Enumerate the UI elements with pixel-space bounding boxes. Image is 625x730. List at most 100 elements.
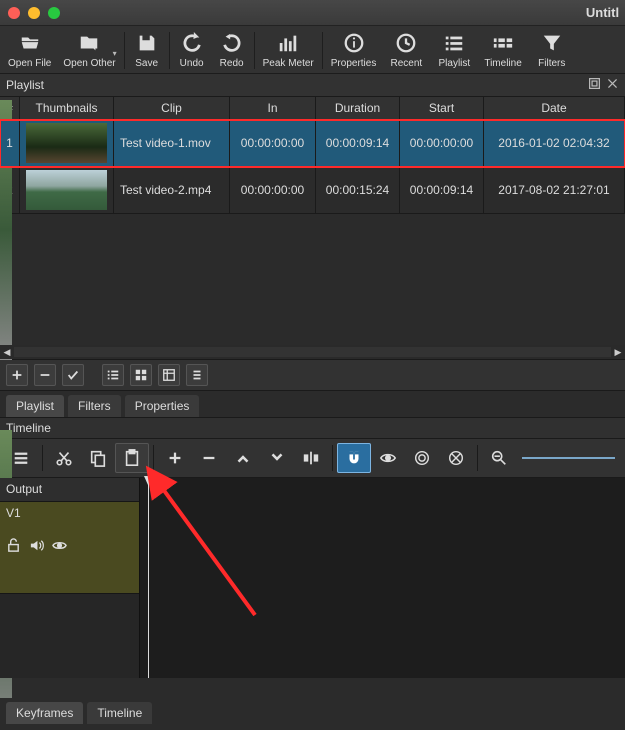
undo-icon xyxy=(181,32,203,54)
peak-meter-button[interactable]: Peak Meter xyxy=(257,30,320,71)
playlist-button[interactable]: Playlist xyxy=(430,30,478,71)
open-file-button[interactable]: Open File xyxy=(2,30,57,71)
panel-tabbar: Playlist Filters Properties xyxy=(0,391,625,418)
view-icons-button[interactable] xyxy=(158,364,180,386)
window-title: Untitl xyxy=(0,5,625,20)
tab-playlist[interactable]: Playlist xyxy=(6,395,64,417)
clip-name: Test video-1.mov xyxy=(114,120,230,166)
lift-button[interactable] xyxy=(226,443,260,473)
save-button[interactable]: Save xyxy=(127,30,167,71)
list-icon xyxy=(443,32,465,54)
clip-name: Test video-2.mp4 xyxy=(114,167,230,213)
col-header-clip[interactable]: Clip xyxy=(114,97,230,119)
clip-start: 00:00:00:00 xyxy=(400,120,484,166)
scissors-icon xyxy=(55,449,73,467)
redo-button[interactable]: Redo xyxy=(212,30,252,71)
scroll-right-icon[interactable]: ▶ xyxy=(611,345,625,359)
save-icon xyxy=(136,32,158,54)
remove-button[interactable] xyxy=(192,443,226,473)
chevron-down-icon xyxy=(268,449,286,467)
clipboard-icon xyxy=(123,449,141,467)
zoom-out-icon xyxy=(490,449,508,467)
clock-icon xyxy=(395,32,417,54)
video-track-header[interactable]: V1 xyxy=(0,502,139,594)
minus-icon xyxy=(200,449,218,467)
playlist-row[interactable]: 1 Test video-1.mov 00:00:00:00 00:00:09:… xyxy=(0,120,625,167)
playlist-row[interactable]: 2 Test video-2.mp4 00:00:00:00 00:00:15:… xyxy=(0,167,625,214)
col-header-duration[interactable]: Duration xyxy=(316,97,400,119)
timeline-button[interactable]: Timeline xyxy=(478,30,527,71)
close-panel-icon[interactable] xyxy=(606,77,619,90)
view-list-button[interactable] xyxy=(102,364,124,386)
window-titlebar: Untitl xyxy=(0,0,625,26)
output-track-header[interactable]: Output xyxy=(0,478,139,502)
playhead[interactable] xyxy=(148,478,149,678)
snap-button[interactable] xyxy=(337,443,371,473)
paste-button[interactable] xyxy=(115,443,149,473)
playlist-empty-area[interactable] xyxy=(0,214,625,344)
undock-icon[interactable] xyxy=(588,77,601,90)
split-button[interactable] xyxy=(294,443,328,473)
cut-button[interactable] xyxy=(47,443,81,473)
recent-button[interactable]: Recent xyxy=(382,30,430,71)
ripple-all-button[interactable] xyxy=(439,443,473,473)
lock-open-icon[interactable] xyxy=(6,538,21,553)
append-button[interactable] xyxy=(158,443,192,473)
clip-in: 00:00:00:00 xyxy=(230,167,316,213)
tab-properties[interactable]: Properties xyxy=(125,395,200,417)
tab-keyframes[interactable]: Keyframes xyxy=(6,702,83,724)
playlist-panel-header: Playlist xyxy=(0,74,625,97)
timeline-panel-header: Timeline xyxy=(0,418,625,439)
add-item-button[interactable] xyxy=(6,364,28,386)
scrub-audio-button[interactable] xyxy=(371,443,405,473)
clip-start: 00:00:09:14 xyxy=(400,167,484,213)
thumbnail xyxy=(26,170,107,210)
clip-duration: 00:00:09:14 xyxy=(316,120,400,166)
view-tiles-button[interactable] xyxy=(130,364,152,386)
split-icon xyxy=(302,449,320,467)
copy-icon xyxy=(89,449,107,467)
open-other-icon xyxy=(78,32,100,54)
properties-button[interactable]: Properties xyxy=(325,30,383,71)
col-header-thumbnails[interactable]: Thumbnails xyxy=(20,97,114,119)
ripple-all-icon xyxy=(447,449,465,467)
tab-filters[interactable]: Filters xyxy=(68,395,121,417)
overwrite-button[interactable] xyxy=(260,443,294,473)
folder-open-icon xyxy=(19,32,41,54)
zoom-window-button[interactable] xyxy=(48,7,60,19)
dropdown-arrow-icon: ▾ xyxy=(113,49,117,58)
main-toolbar: Open File Open Other ▾ Save Undo Redo Pe… xyxy=(0,26,625,74)
col-header-date[interactable]: Date xyxy=(484,97,625,119)
info-icon xyxy=(343,32,365,54)
close-window-button[interactable] xyxy=(8,7,20,19)
timeline-tracks-area[interactable] xyxy=(140,478,625,678)
eye-icon[interactable] xyxy=(52,538,67,553)
thumbnail xyxy=(26,123,107,163)
timeline-track-headers: Output V1 xyxy=(0,478,140,678)
playlist-menu-button[interactable] xyxy=(186,364,208,386)
timeline-body: Output V1 xyxy=(0,478,625,678)
tab-timeline-bottom[interactable]: Timeline xyxy=(87,702,152,724)
scroll-left-icon[interactable]: ◀ xyxy=(0,345,14,359)
copy-button[interactable] xyxy=(81,443,115,473)
filters-button[interactable]: Filters xyxy=(528,30,576,71)
redo-icon xyxy=(221,32,243,54)
track-label: V1 xyxy=(6,506,21,520)
minimize-window-button[interactable] xyxy=(28,7,40,19)
timeline-icon xyxy=(492,32,514,54)
zoom-slider[interactable] xyxy=(516,457,621,459)
clip-date: 2017-08-02 21:27:01 xyxy=(484,167,625,213)
undo-button[interactable]: Undo xyxy=(172,30,212,71)
target-icon xyxy=(413,449,431,467)
remove-item-button[interactable] xyxy=(34,364,56,386)
ripple-button[interactable] xyxy=(405,443,439,473)
col-header-start[interactable]: Start xyxy=(400,97,484,119)
open-other-button[interactable]: Open Other ▾ xyxy=(57,30,121,71)
zoom-out-button[interactable] xyxy=(482,443,516,473)
col-header-in[interactable]: In xyxy=(230,97,316,119)
horizontal-scrollbar[interactable]: ◀ ▶ xyxy=(0,345,625,359)
chevron-up-icon xyxy=(234,449,252,467)
update-item-button[interactable] xyxy=(62,364,84,386)
speaker-icon[interactable] xyxy=(29,538,44,553)
clip-in: 00:00:00:00 xyxy=(230,120,316,166)
